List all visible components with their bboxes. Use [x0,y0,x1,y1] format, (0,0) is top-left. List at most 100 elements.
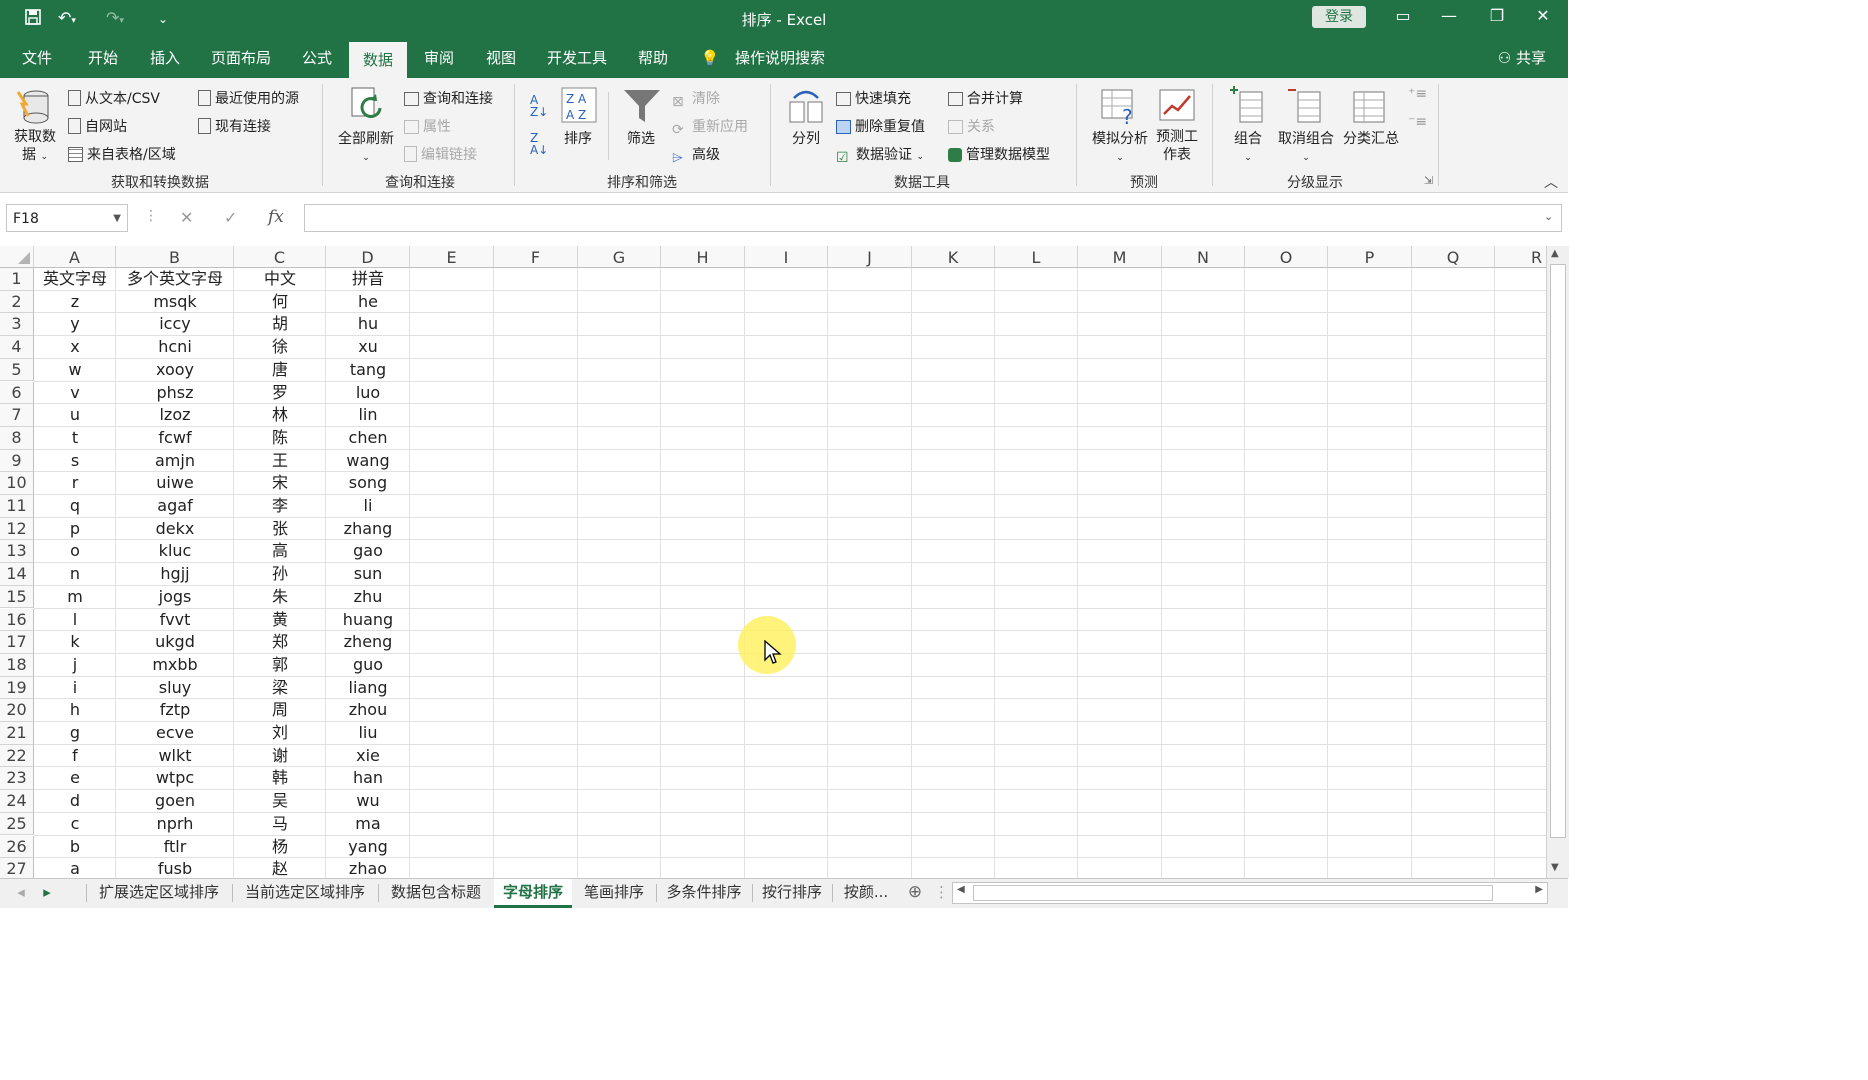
row-header[interactable]: 21 [0,722,34,745]
table-cell[interactable]: 高 [234,540,326,562]
table-cell[interactable]: guo [326,654,410,676]
header-cell[interactable]: 多个英文字母 [116,268,234,290]
table-cell[interactable]: 林 [234,404,326,426]
row-header[interactable]: 22 [0,744,34,768]
table-cell[interactable]: x [34,336,116,358]
row-header[interactable]: 4 [0,336,34,359]
row-header[interactable]: 24 [0,790,34,813]
table-cell[interactable]: 吴 [234,790,326,812]
table-cell[interactable]: ma [326,813,410,835]
table-cell[interactable]: g [34,722,116,744]
row-header[interactable]: 5 [0,358,34,382]
collapse-ribbon-icon[interactable]: ︿ [1544,172,1558,192]
row-header[interactable]: 26 [0,835,34,859]
table-cell[interactable]: j [34,654,116,676]
table-cell[interactable]: 宋 [234,472,326,494]
table-cell[interactable]: k [34,631,116,653]
share-button[interactable]: ⚇ 共享 [1498,38,1546,78]
flash-fill-button[interactable]: 快速填充 [836,88,911,108]
table-cell[interactable]: l [34,609,116,631]
table-cell[interactable]: 胡 [234,313,326,335]
table-cell[interactable]: 李 [234,495,326,517]
table-cell[interactable]: wang [326,450,410,472]
table-cell[interactable]: 张 [234,518,326,540]
table-cell[interactable]: 刘 [234,722,326,744]
column-header-r[interactable]: R [1495,246,1546,268]
table-cell[interactable]: 徐 [234,336,326,358]
row-header[interactable]: 10 [0,472,34,495]
table-cell[interactable]: hcni [116,336,234,358]
tab-help[interactable]: 帮助 [628,38,678,78]
column-header-j[interactable]: J [828,246,912,268]
table-cell[interactable]: i [34,677,116,699]
sort-button[interactable]: 排序 [560,128,596,148]
row-header[interactable]: 20 [0,699,34,722]
sheet-tab-7[interactable]: 按颜... [834,879,898,905]
row-header[interactable]: 1 [0,268,34,291]
table-cell[interactable]: song [326,472,410,494]
table-cell[interactable]: lin [326,404,410,426]
table-cell[interactable]: d [34,790,116,812]
tab-page-layout[interactable]: 页面布局 [202,38,280,78]
horizontal-scrollbar[interactable]: ◀ ▶ [952,882,1548,904]
table-cell[interactable]: ftlr [116,836,234,858]
worksheet-grid[interactable]: ABCDEFGHIJKLMNOPQR 1 2 3 4 5 6 7 8 9 10 11 12 13 14 15… [0,246,1546,878]
cancel-icon[interactable]: ✕ [180,208,193,227]
properties-button[interactable]: 属性 [404,116,451,136]
close-icon[interactable]: ✕ [1528,6,1558,30]
table-cell[interactable]: xie [326,745,410,767]
table-cell[interactable]: ukgd [116,631,234,653]
column-header-a[interactable]: A [34,246,116,268]
name-box[interactable]: F18 ▼ [6,204,128,232]
table-cell[interactable]: 马 [234,813,326,835]
table-cell[interactable]: xu [326,336,410,358]
table-cell[interactable]: 何 [234,291,326,313]
table-cell[interactable]: tang [326,359,410,381]
table-cell[interactable]: zhang [326,518,410,540]
consolidate-button[interactable]: 合并计算 [948,88,1023,108]
row-header[interactable]: 16 [0,608,34,632]
table-cell[interactable]: fztp [116,699,234,721]
existing-connections-button[interactable]: 现有连接 [198,116,271,136]
table-cell[interactable]: 陈 [234,427,326,449]
tab-file[interactable]: 文件 [12,38,62,78]
advanced-filter-button[interactable]: ⌲ 高级 [672,144,720,166]
table-cell[interactable]: dekx [116,518,234,540]
sheet-tab-0[interactable]: 扩展选定区域排序 [88,879,230,905]
sort-za-icon[interactable]: Z A↓ [530,132,548,156]
table-cell[interactable]: p [34,518,116,540]
table-cell[interactable]: 梁 [234,677,326,699]
table-cell[interactable]: 罗 [234,382,326,404]
row-header[interactable]: 19 [0,676,34,700]
tab-developer[interactable]: 开发工具 [538,38,616,78]
table-cell[interactable]: hgjj [116,563,234,585]
login-button[interactable]: 登录 [1312,6,1366,28]
prev-sheet-icon[interactable]: ◂ [14,879,28,905]
row-header[interactable]: 14 [0,563,34,586]
tab-home[interactable]: 开始 [78,38,128,78]
table-cell[interactable]: 朱 [234,586,326,608]
column-header-n[interactable]: N [1162,246,1245,268]
subtotal-button[interactable]: 分类汇总 [1340,128,1402,148]
column-header-c[interactable]: C [234,246,326,268]
column-header-d[interactable]: D [326,246,410,268]
table-cell[interactable]: luo [326,382,410,404]
filter-button[interactable]: 筛选 [622,128,660,148]
table-cell[interactable]: 郭 [234,654,326,676]
recent-sources-button[interactable]: 最近使用的源 [198,88,299,108]
table-cell[interactable]: 谢 [234,745,326,767]
minimize-icon[interactable]: — [1434,6,1464,30]
table-cell[interactable]: liu [326,722,410,744]
dialog-launcher-icon[interactable]: ⇲ [1424,174,1433,187]
table-cell[interactable]: xooy [116,359,234,381]
row-header[interactable]: 18 [0,653,34,677]
table-cell[interactable]: li [326,495,410,517]
lightbulb-icon[interactable]: 💡 [698,38,722,78]
header-cell[interactable]: 拼音 [326,268,410,290]
table-cell[interactable]: o [34,540,116,562]
group-button[interactable]: 组合 ⌄ [1228,128,1268,164]
row-header[interactable]: 23 [0,767,34,791]
table-cell[interactable]: fcwf [116,427,234,449]
column-header-g[interactable]: G [578,246,661,268]
select-all-corner[interactable] [0,246,34,268]
